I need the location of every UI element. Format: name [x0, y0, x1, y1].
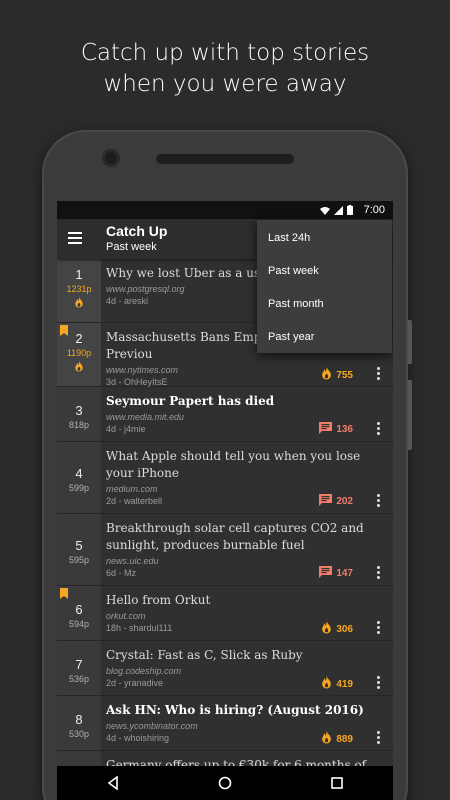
comment-icon	[319, 494, 333, 509]
flame-icon	[321, 367, 332, 383]
story-row[interactable]: 3 818p Seymour Papert has died www.media.mi…	[57, 387, 393, 442]
more-options-icon[interactable]	[377, 566, 381, 580]
recents-icon[interactable]	[330, 776, 344, 790]
dropdown-option-past-week[interactable]: Past week	[257, 255, 392, 288]
more-options-icon[interactable]	[377, 676, 381, 690]
bookmark-icon	[60, 323, 68, 336]
status-bar: 7:00	[57, 201, 393, 219]
dropdown-option-last-24h[interactable]: Last 24h	[257, 222, 392, 255]
more-options-icon[interactable]	[377, 422, 381, 436]
story-title[interactable]: Seymour Papert has died	[106, 393, 385, 410]
power-button	[408, 320, 412, 364]
flame-icon	[321, 621, 332, 637]
speaker-grille	[156, 154, 294, 164]
rank-number: 3	[75, 403, 83, 418]
stat-value: 202	[336, 496, 353, 507]
more-options-icon[interactable]	[377, 621, 381, 635]
app-screen: 7:00 Catch Up Past week 1 1231p Why we los…	[57, 201, 393, 800]
system-nav-bar	[57, 766, 393, 800]
story-rank: 5 595p	[57, 514, 101, 585]
story-row[interactable]: 7 536p Crystal: Fast as C, Slick as Ruby bl…	[57, 641, 393, 696]
story-domain: blog.codeship.com	[106, 666, 182, 676]
promo-text: Catch up with top stories when you were …	[0, 38, 450, 100]
story-rank: 7 536p	[57, 641, 101, 695]
rank-number: 6	[75, 602, 83, 617]
story-rank: 1 1231p	[57, 259, 101, 322]
score-badge[interactable]: 306	[321, 621, 353, 637]
story-row[interactable]: 6 594p Hello from Orkut orkut.com 18h - shar…	[57, 586, 393, 641]
points-label: 530p	[68, 729, 90, 739]
dropdown-option-past-year[interactable]: Past year	[257, 321, 392, 354]
comment-icon	[319, 566, 333, 581]
story-rank: 2 1190p	[57, 323, 101, 386]
stat-value: 889	[336, 733, 353, 745]
score-badge[interactable]: 755	[321, 367, 353, 383]
story-title[interactable]: What Apple should tell you when you lose…	[106, 448, 385, 482]
wifi-icon	[320, 206, 330, 215]
toolbar-title: Catch Up	[106, 223, 168, 239]
story-title[interactable]: Hello from Orkut	[106, 592, 385, 609]
rank-number: 4	[75, 466, 83, 481]
story-rank: 4 599p	[57, 442, 101, 513]
flame-icon	[321, 731, 332, 747]
dropdown-option-past-month[interactable]: Past month	[257, 288, 392, 321]
stat-value: 419	[336, 678, 353, 690]
story-domain: www.media.mit.edu	[106, 412, 185, 422]
story-title[interactable]: Ask HN: Who is hiring? (August 2016)	[106, 702, 385, 719]
story-row[interactable]: 8 530p Ask HN: Who is hiring? (August 2016…	[57, 696, 393, 751]
stat-value: 755	[336, 369, 353, 381]
story-row[interactable]: 5 595p Breakthrough solar cell captures CO…	[57, 514, 393, 586]
points-label: 536p	[68, 674, 90, 684]
toolbar-subtitle[interactable]: Past week	[106, 241, 157, 253]
story-rank: 6 594p	[57, 586, 101, 640]
story-row[interactable]: 4 599p What Apple should tell you when you…	[57, 442, 393, 514]
points-label: 594p	[68, 619, 90, 629]
points-label: 599p	[68, 483, 90, 493]
score-badge[interactable]: 889	[321, 731, 353, 747]
camera-icon	[102, 149, 120, 167]
signal-icon	[334, 205, 343, 215]
stat-value: 306	[336, 623, 353, 635]
points-label: 595p	[68, 555, 90, 565]
story-domain: news.ycombinator.com	[106, 721, 198, 731]
home-icon[interactable]	[218, 776, 232, 790]
comments-badge[interactable]: 202	[319, 494, 353, 509]
status-time: 7:00	[363, 204, 385, 216]
volume-button	[408, 380, 412, 450]
bookmark-icon	[60, 586, 68, 599]
score-badge[interactable]: 419	[321, 676, 353, 692]
comment-icon	[319, 422, 333, 437]
stat-value: 147	[336, 568, 353, 579]
points-label: 818p	[68, 420, 90, 430]
story-rank: 3 818p	[57, 387, 101, 441]
rank-number: 1	[75, 267, 83, 282]
battery-icon	[347, 205, 353, 215]
comments-badge[interactable]: 136	[319, 422, 353, 437]
stat-value: 136	[336, 424, 353, 435]
more-options-icon[interactable]	[377, 494, 381, 508]
hamburger-menu-icon[interactable]	[68, 232, 82, 244]
more-options-icon[interactable]	[377, 367, 381, 381]
back-icon[interactable]	[106, 776, 120, 790]
points-label: 1190p	[66, 348, 92, 358]
more-options-icon[interactable]	[377, 731, 381, 745]
points-label: 1231p	[66, 284, 92, 294]
story-rank: 8 530p	[57, 696, 101, 750]
promo-line-2: when you were away	[103, 71, 347, 97]
hot-flame-icon	[74, 295, 84, 308]
hot-flame-icon	[74, 359, 84, 372]
story-domain: orkut.com	[106, 611, 146, 621]
time-range-dropdown: Last 24h Past week Past month Past year	[257, 220, 392, 353]
story-domain: medium.com	[106, 484, 158, 494]
comments-badge[interactable]: 147	[319, 566, 353, 581]
rank-number: 5	[75, 538, 83, 553]
flame-icon	[321, 676, 332, 692]
rank-number: 8	[75, 712, 83, 727]
story-title[interactable]: Crystal: Fast as C, Slick as Ruby	[106, 647, 385, 664]
promo-line-1: Catch up with top stories	[80, 40, 370, 66]
rank-number: 7	[75, 657, 83, 672]
story-domain: news.uic.edu	[106, 556, 159, 566]
story-title[interactable]: Breakthrough solar cell captures CO2 and…	[106, 520, 385, 554]
